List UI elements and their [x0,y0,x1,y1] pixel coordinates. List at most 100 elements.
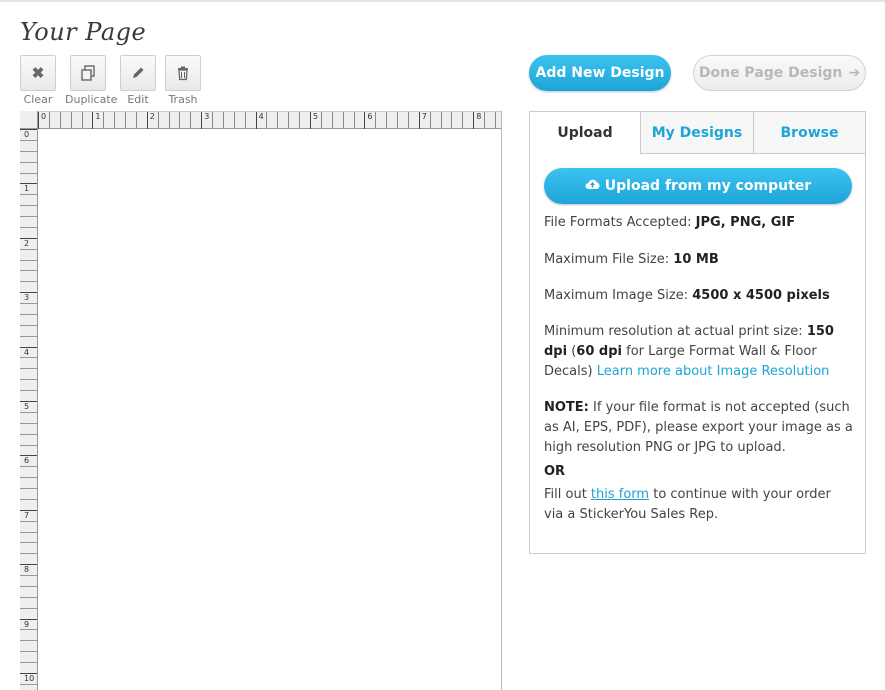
top-ruler-tick [451,112,453,129]
top-ruler-tick [375,112,377,129]
learn-more-link[interactable]: Learn more about Image Resolution [597,364,830,379]
left-ruler-tick [20,531,37,533]
duplicate-label: Duplicate [65,93,118,106]
add-new-design-button[interactable]: Add New Design [529,55,671,91]
clear-tool[interactable]: ✖ Clear [15,55,61,106]
left-ruler-tick [20,498,37,500]
left-ruler-tick [20,477,37,479]
left-ruler-tick [20,270,37,272]
tab-browse[interactable]: Browse [753,112,865,154]
ruler-corner [20,111,38,129]
this-form-link[interactable]: this form [591,487,649,502]
left-ruler-tick [20,357,37,359]
left-ruler-tick [20,575,37,577]
formats-label: File Formats Accepted: [544,215,696,230]
top-ruler-number: 4 [258,112,264,121]
left-ruler-number: 0 [24,130,30,139]
left-ruler-tick [20,172,37,174]
max-size-label: Maximum File Size: [544,252,674,267]
left-ruler-tick [20,422,37,424]
top-ruler-number: 2 [149,112,155,121]
top-ruler-tick [233,112,235,129]
min-res-paren: ( [567,344,577,359]
left-ruler-tick [20,303,37,305]
min-res-large-value: 60 dpi [576,344,622,359]
left-ruler-tick [20,520,37,522]
formats-value: JPG, PNG, GIF [695,215,796,230]
top-ruler-tick [179,112,181,129]
pencil-icon[interactable] [120,55,156,91]
top-ruler-tick [70,112,72,129]
top-ruler-tick [364,112,366,129]
top-ruler-tick [103,112,105,129]
left-ruler-tick [20,216,37,218]
top-ruler-tick [440,112,442,129]
top-ruler-tick [168,112,170,129]
upload-from-computer-button[interactable]: Upload from my computer [544,168,852,204]
left-ruler-number: 4 [24,347,30,357]
top-ruler-tick [473,112,475,129]
design-canvas[interactable] [39,130,501,690]
left-ruler-tick [20,368,37,370]
left-ruler-tick [20,444,37,446]
arrow-right-icon: ➔ [848,65,861,81]
left-ruler-number: 2 [24,238,30,248]
max-file-size-info: Maximum File Size: 10 MB [544,250,854,270]
left-ruler: 0 1 2 3 4 5 6 7 8 9 10 [20,111,38,690]
top-ruler-tick [266,112,268,129]
top-ruler-tick [38,112,39,129]
trash-tool[interactable]: Trash [160,55,206,106]
formats-info: File Formats Accepted: JPG, PNG, GIF [544,213,854,233]
top-ruler-tick [494,112,496,129]
duplicate-icon[interactable] [70,55,106,91]
top-ruler-tick [353,112,355,129]
or-label: OR [544,462,854,482]
left-ruler-number: 7 [24,510,30,520]
min-resolution-info: Minimum resolution at actual print size:… [544,322,854,382]
top-ruler-tick [48,112,50,129]
top-ruler-tick [386,112,388,129]
top-ruler-tick [277,112,279,129]
top-ruler-tick [407,112,409,129]
left-ruler-tick [20,335,37,337]
left-ruler-number: 10 [24,674,35,683]
top-ruler-tick [320,112,322,129]
top-ruler-tick [125,112,127,129]
left-ruler-tick [20,259,37,261]
left-ruler-number: 6 [24,456,30,466]
done-page-design-button[interactable]: Done Page Design ➔ [693,55,866,91]
clear-label: Clear [23,93,53,106]
top-ruler-tick [190,112,192,129]
left-ruler-number: 3 [24,293,30,303]
design-source-panel: Upload My Designs Browse Upload from my … [529,111,866,554]
max-image-label: Maximum Image Size: [544,288,693,303]
top-ruler-number: 8 [476,112,482,121]
top-divider [0,0,885,2]
edit-tool[interactable]: Edit [115,55,161,106]
close-icon[interactable]: ✖ [20,55,56,91]
top-ruler-tick [342,112,344,129]
left-ruler-number: 1 [24,184,30,194]
left-ruler-tick [20,629,37,631]
top-ruler-tick [299,112,301,129]
top-ruler-number: 3 [204,112,210,121]
upload-button-label: Upload from my computer [604,178,812,194]
top-ruler-tick [310,112,311,129]
top-ruler-number: 1 [95,112,101,121]
trash-icon[interactable] [165,55,201,91]
top-ruler-tick [397,112,399,129]
top-ruler-tick [212,112,214,129]
fill-out-text: Fill out [544,487,591,502]
top-ruler-tick [59,112,61,129]
duplicate-tool[interactable]: Duplicate [65,55,118,106]
max-image-size-info: Maximum Image Size: 4500 x 4500 pixels [544,286,854,306]
left-ruler-tick [20,139,37,141]
left-ruler-tick [20,150,37,152]
tab-upload[interactable]: Upload [530,112,640,154]
left-ruler-tick [20,466,37,468]
top-ruler-tick [418,112,420,129]
left-ruler-tick [20,585,37,587]
tab-my-designs[interactable]: My Designs [640,112,753,154]
left-ruler-tick [20,542,37,544]
top-ruler-tick [81,112,83,129]
